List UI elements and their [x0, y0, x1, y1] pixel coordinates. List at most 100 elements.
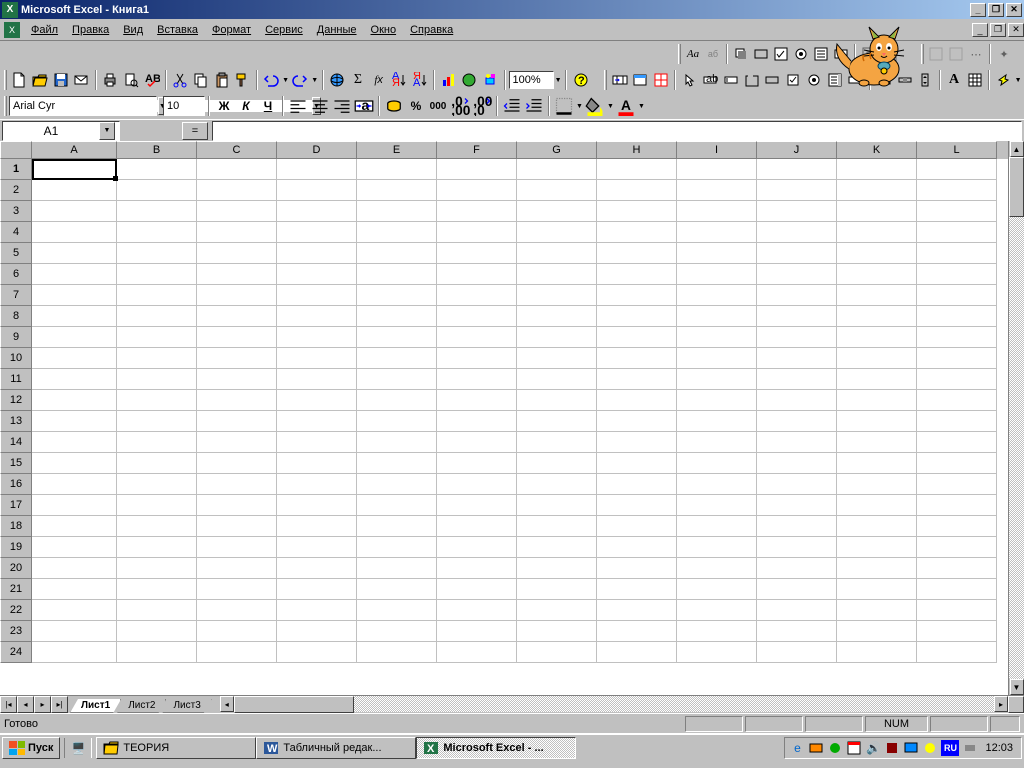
- mail-icon[interactable]: [71, 69, 92, 91]
- cell[interactable]: [357, 285, 437, 306]
- cell[interactable]: [517, 453, 597, 474]
- cell[interactable]: [117, 642, 197, 663]
- first-sheet-icon[interactable]: |◂: [0, 696, 17, 713]
- cell[interactable]: [32, 285, 117, 306]
- cell[interactable]: [757, 390, 837, 411]
- cell[interactable]: [677, 327, 757, 348]
- scroll-left-icon[interactable]: ◂: [220, 696, 234, 712]
- cell[interactable]: [32, 390, 117, 411]
- cell[interactable]: [277, 495, 357, 516]
- cell[interactable]: [117, 453, 197, 474]
- cell[interactable]: [757, 222, 837, 243]
- textbox-icon[interactable]: [751, 44, 771, 64]
- cell[interactable]: [837, 516, 917, 537]
- cell[interactable]: [677, 558, 757, 579]
- ungroup-icon[interactable]: [879, 44, 899, 64]
- cell[interactable]: [117, 579, 197, 600]
- cell[interactable]: [32, 474, 117, 495]
- cell[interactable]: [357, 201, 437, 222]
- vertical-scrollbar[interactable]: ▲ ▼: [1008, 141, 1024, 695]
- cell[interactable]: [117, 285, 197, 306]
- more-icon[interactable]: ⋯: [966, 44, 986, 64]
- cell[interactable]: [757, 621, 837, 642]
- cell[interactable]: [517, 495, 597, 516]
- column-header[interactable]: H: [597, 141, 677, 159]
- cell[interactable]: [597, 621, 677, 642]
- cell[interactable]: [837, 642, 917, 663]
- cell[interactable]: [437, 516, 517, 537]
- toolbar-handle[interactable]: [4, 96, 7, 116]
- list-icon[interactable]: [811, 44, 831, 64]
- cell[interactable]: [357, 537, 437, 558]
- cell[interactable]: [117, 495, 197, 516]
- row-header[interactable]: 15: [0, 453, 32, 474]
- cell[interactable]: [837, 159, 917, 180]
- cell[interactable]: [917, 558, 997, 579]
- cell[interactable]: [197, 243, 277, 264]
- cell[interactable]: [357, 474, 437, 495]
- cell[interactable]: [837, 537, 917, 558]
- cell[interactable]: [837, 264, 917, 285]
- cell[interactable]: [517, 327, 597, 348]
- cell[interactable]: [597, 159, 677, 180]
- cell[interactable]: [917, 327, 997, 348]
- start-button[interactable]: Пуск: [2, 737, 60, 759]
- cell[interactable]: [32, 369, 117, 390]
- doc-restore-button[interactable]: ❐: [990, 23, 1006, 37]
- cell[interactable]: [757, 264, 837, 285]
- cell[interactable]: [357, 453, 437, 474]
- workbook-icon[interactable]: X: [4, 22, 20, 38]
- column-header[interactable]: I: [677, 141, 757, 159]
- hyperlink-icon[interactable]: [327, 69, 348, 91]
- cell[interactable]: [917, 264, 997, 285]
- cell[interactable]: [597, 558, 677, 579]
- column-header[interactable]: C: [197, 141, 277, 159]
- cell[interactable]: [517, 201, 597, 222]
- cell[interactable]: [277, 243, 357, 264]
- cell[interactable]: [197, 600, 277, 621]
- menu-insert[interactable]: Вставка: [150, 21, 205, 39]
- cell[interactable]: [677, 432, 757, 453]
- cell[interactable]: [32, 537, 117, 558]
- cell[interactable]: [597, 348, 677, 369]
- scroll-track[interactable]: [1009, 217, 1024, 679]
- tray-app-icon[interactable]: [962, 740, 978, 756]
- cell[interactable]: [517, 600, 597, 621]
- language-indicator[interactable]: RU: [941, 740, 959, 756]
- cell[interactable]: [757, 201, 837, 222]
- cell[interactable]: [32, 327, 117, 348]
- list2-icon[interactable]: [824, 69, 845, 91]
- cell[interactable]: [757, 558, 837, 579]
- tray-app-icon[interactable]: [922, 740, 938, 756]
- cell[interactable]: [677, 285, 757, 306]
- cell[interactable]: [677, 453, 757, 474]
- cell[interactable]: [277, 453, 357, 474]
- cell[interactable]: [277, 348, 357, 369]
- cell[interactable]: [677, 201, 757, 222]
- cell[interactable]: [517, 222, 597, 243]
- cell[interactable]: [197, 222, 277, 243]
- cell[interactable]: [677, 537, 757, 558]
- new-icon[interactable]: [9, 69, 30, 91]
- scroll-down-icon[interactable]: ▼: [1010, 679, 1024, 695]
- cell[interactable]: [917, 642, 997, 663]
- doc-minimize-button[interactable]: _: [972, 23, 988, 37]
- merge-center-icon[interactable]: a: [353, 95, 375, 117]
- zoom-combo[interactable]: 100%: [509, 71, 554, 89]
- cell[interactable]: [437, 180, 517, 201]
- menu-tools[interactable]: Сервис: [258, 21, 310, 39]
- cell[interactable]: [437, 243, 517, 264]
- cell[interactable]: [837, 453, 917, 474]
- cell[interactable]: [357, 222, 437, 243]
- cell[interactable]: [677, 348, 757, 369]
- cell[interactable]: [277, 579, 357, 600]
- grid-tool-icon[interactable]: [964, 69, 985, 91]
- cell[interactable]: [677, 390, 757, 411]
- autoformat-icon[interactable]: [630, 69, 651, 91]
- cell[interactable]: [837, 558, 917, 579]
- prev-sheet-icon[interactable]: ◂: [17, 696, 34, 713]
- cell[interactable]: [917, 537, 997, 558]
- cell[interactable]: [597, 411, 677, 432]
- cell[interactable]: [277, 621, 357, 642]
- align-center-icon[interactable]: [309, 95, 331, 117]
